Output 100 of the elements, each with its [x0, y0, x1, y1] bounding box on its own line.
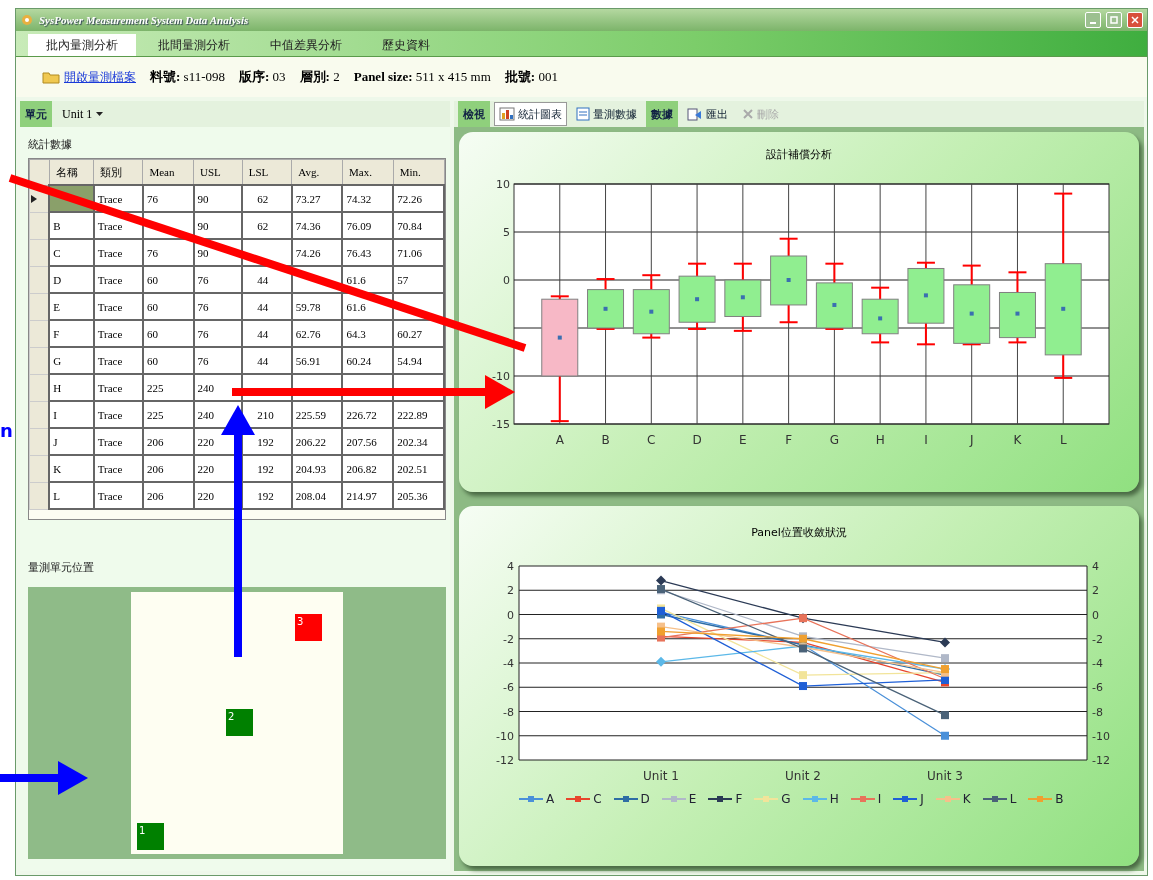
toolbar-button[interactable]: 匯出: [682, 102, 733, 126]
box-plot: [724, 262, 762, 332]
axis-label: C: [647, 433, 656, 447]
window-title: SysPower Measurement System Data Analysis: [39, 14, 250, 26]
axis-label: 5: [503, 226, 510, 239]
app-icon: [20, 14, 34, 26]
info-field: 層別: 2: [299, 68, 340, 86]
axis-label: -12: [1092, 754, 1110, 767]
unit-marker[interactable]: 1: [137, 823, 164, 850]
column-header: Max.: [342, 159, 394, 185]
axis-label: 2: [1092, 584, 1099, 598]
table-cell: 62: [242, 185, 292, 212]
axis-label: -10: [492, 370, 510, 383]
box-plot: [632, 274, 670, 339]
legend-label: L: [1009, 792, 1017, 806]
axis-label: J: [969, 433, 974, 447]
axis-label: -4: [503, 657, 514, 670]
table-cell: D: [49, 266, 94, 293]
point: [799, 682, 807, 691]
axis-label: H: [875, 433, 885, 447]
legend-label: G: [781, 792, 791, 806]
table-cell: 72.26: [393, 185, 444, 212]
axis-label: A: [555, 433, 564, 447]
legend-label: D: [640, 792, 650, 806]
axis-label: 0: [507, 608, 514, 622]
axis-label: 10: [496, 178, 510, 191]
axis-label: -6: [503, 681, 514, 695]
info-field: Panel size: 511 x 415 mm: [353, 69, 491, 85]
unit-dropdown[interactable]: Unit 1: [56, 105, 110, 123]
annotation-text: n: [0, 420, 13, 441]
box-plot: [678, 262, 716, 330]
open-file-link[interactable]: 開啟量測檔案: [64, 68, 136, 86]
close-icon: [742, 108, 754, 120]
legend-label: E: [688, 792, 697, 806]
column-header: 類別: [93, 159, 143, 185]
table-cell: K: [49, 455, 94, 482]
row-pointer-icon: [31, 194, 37, 203]
point: [940, 637, 950, 648]
maximize-icon: [1110, 16, 1118, 24]
tab[interactable]: 中值差異分析: [252, 34, 360, 56]
axis-label: K: [1013, 433, 1022, 447]
table-cell: 90: [193, 185, 243, 212]
export-icon: [687, 107, 703, 121]
sheet-icon: [576, 107, 590, 121]
axis-label: -2: [503, 632, 514, 646]
legend-label: B: [1055, 792, 1064, 806]
table-cell: 74.32: [342, 185, 394, 212]
point: [656, 656, 666, 667]
column-header: Avg.: [291, 159, 343, 185]
axis-label: G: [829, 433, 840, 447]
legend-label: J: [920, 792, 924, 806]
axis-label: -15: [492, 418, 510, 431]
row-header: [29, 159, 50, 185]
axis-label: -6: [1092, 681, 1103, 695]
axis-label: -10: [1092, 729, 1110, 743]
box-plot: [587, 278, 625, 330]
section-label: 統計數據: [28, 137, 72, 152]
table-cell: F: [49, 320, 94, 347]
column-header: Min.: [393, 159, 444, 185]
close-icon: [1131, 16, 1139, 24]
legend-label: I: [877, 792, 882, 806]
toolbar-label: 檢視: [458, 101, 490, 127]
table-cell: E: [49, 293, 94, 320]
table-cell: H: [49, 374, 94, 401]
box-plot: [815, 262, 853, 330]
unit-marker[interactable]: 2: [226, 709, 253, 736]
column-header: Mean: [142, 159, 194, 185]
table-cell: I: [49, 401, 94, 428]
axis-label: 4: [1092, 560, 1099, 573]
tab[interactable]: 批內量測分析: [28, 34, 136, 56]
chart-icon: [499, 107, 515, 121]
axis-label: D: [692, 433, 702, 447]
tab[interactable]: 批間量測分析: [140, 34, 248, 56]
column-header: LSL: [242, 159, 292, 185]
close-button[interactable]: [1127, 12, 1143, 28]
table-cell: G: [49, 347, 94, 374]
folder-icon: [42, 70, 60, 84]
unit-marker[interactable]: 3: [295, 614, 322, 641]
axis-label: 0: [503, 274, 510, 287]
legend-label: F: [735, 792, 743, 806]
chart-title: Panel位置收斂狀況: [751, 526, 847, 539]
axis-label: -12: [496, 754, 514, 767]
axis-label: E: [739, 433, 747, 447]
axis-label: 0: [1092, 608, 1099, 622]
table-cell: 76: [142, 185, 194, 212]
column-header: USL: [193, 159, 243, 185]
axis-label: Unit 3: [927, 769, 963, 783]
axis-label: -2: [1092, 632, 1103, 646]
point: [941, 654, 949, 663]
axis-label: -10: [496, 729, 514, 743]
legend-label: A: [546, 792, 555, 806]
tab[interactable]: 歷史資料: [364, 34, 448, 56]
table-cell: L: [49, 482, 94, 509]
toolbar-button[interactable]: 統計圖表: [494, 102, 567, 126]
toolbar-button[interactable]: 量測數據: [571, 102, 642, 126]
info-field: 版序: 03: [239, 68, 286, 86]
info-field: 料號: s11-098: [150, 68, 225, 86]
box-plot: [861, 286, 899, 344]
table-cell: J: [49, 428, 94, 455]
legend-label: C: [593, 792, 602, 806]
